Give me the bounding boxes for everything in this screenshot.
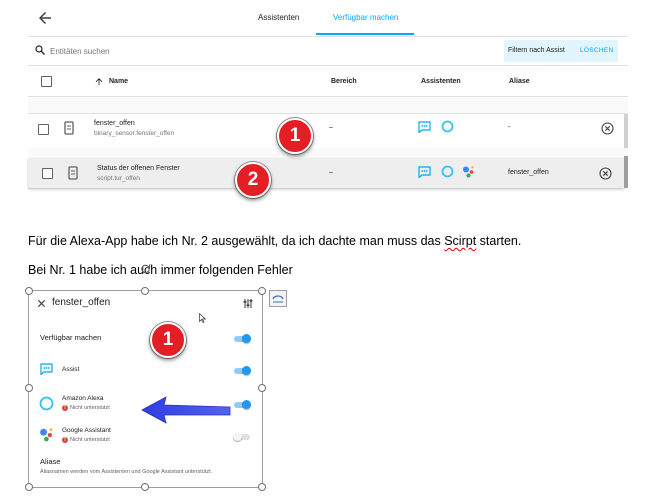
alexa-label: Amazon Alexa (62, 395, 104, 402)
entity-id: script.tur_offen (97, 175, 140, 182)
tab-bar (28, 0, 628, 37)
remove-circle-icon[interactable] (601, 122, 614, 135)
row-checkbox[interactable] (38, 124, 49, 135)
select-all-checkbox[interactable] (41, 76, 52, 87)
column-header-area[interactable]: Bereich (331, 78, 357, 85)
marker-1-badge: 1 (277, 118, 313, 154)
rotate-handle-icon[interactable] (140, 263, 151, 274)
annotation-arrow-icon (141, 396, 231, 424)
script-icon (68, 166, 78, 180)
sensor-icon (64, 121, 74, 135)
column-header-aliases[interactable]: Aliase (509, 78, 530, 85)
expose-toggle-knob[interactable] (242, 334, 251, 343)
google-toggle-knob[interactable] (233, 432, 242, 441)
dialog-image[interactable] (28, 290, 263, 488)
search-icon (35, 45, 45, 55)
marker-2-badge: 2 (235, 162, 271, 198)
resize-handle[interactable] (258, 287, 266, 295)
aliases-title: Aliase (40, 457, 61, 466)
google-label: Google Assistant (62, 427, 111, 434)
tab-expose[interactable]: Verfügbar machen (333, 13, 398, 22)
alexa-error-text: Nicht unterstützt (70, 405, 110, 411)
resize-handle[interactable] (258, 384, 266, 392)
google-error-text: Nicht unterstützt (70, 437, 110, 443)
assist-chat-icon (418, 166, 431, 178)
resize-handle[interactable] (25, 483, 33, 491)
mouse-cursor-icon (199, 313, 206, 323)
row-checkbox[interactable] (42, 168, 53, 179)
search-input[interactable] (50, 44, 350, 58)
scrollbar[interactable] (624, 114, 628, 148)
dialog-title: fenster_offen (52, 297, 111, 308)
assist-chat-icon (40, 363, 53, 375)
resize-handle[interactable] (25, 287, 33, 295)
alexa-ring-icon (39, 396, 54, 411)
aliases-value: - (508, 124, 511, 131)
alexa-ring-icon (441, 120, 454, 133)
error-icon: ! (62, 437, 68, 443)
filter-label: Filtern nach Assist (508, 47, 565, 54)
assist-chat-icon (418, 121, 431, 133)
tab-assistants[interactable]: Assistenten (258, 13, 299, 22)
expose-label: Verfügbar machen (40, 333, 102, 342)
resize-handle[interactable] (141, 287, 149, 295)
scrollbar-thumb[interactable] (624, 156, 628, 188)
google-assistant-icon (40, 428, 53, 442)
marker-1-dialog-badge: 1 (150, 322, 186, 358)
active-tab-indicator (316, 33, 414, 35)
document-line-1: Für die Alexa-App habe ich Nr. 2 ausgewä… (28, 234, 521, 248)
aliases-value: fenster_offen (508, 169, 549, 176)
alexa-toggle-knob[interactable] (242, 400, 251, 409)
entity-name: fenster_offen (94, 120, 135, 127)
tune-icon[interactable] (243, 298, 253, 309)
google-assistant-icon (463, 166, 474, 178)
area-value: – (329, 124, 333, 131)
column-header-assistants[interactable]: Assistenten (421, 78, 461, 85)
remove-circle-icon[interactable] (599, 167, 612, 180)
document-line-2: Bei Nr. 1 habe ich auch immer folgenden … (28, 263, 293, 277)
back-arrow-icon[interactable] (36, 9, 54, 27)
alexa-ring-icon (441, 165, 454, 178)
resize-handle[interactable] (25, 384, 33, 392)
area-value: – (329, 169, 333, 176)
entity-id: binary_sensor.fenster_offen (94, 130, 175, 137)
resize-handle[interactable] (258, 483, 266, 491)
document-line-1-end: starten. (476, 234, 522, 248)
clear-filter-button[interactable]: LÖSCHEN (580, 47, 614, 54)
document-line-1-start: Für die Alexa-App habe ich Nr. 2 ausgewä… (28, 234, 445, 248)
assist-label: Assist (62, 366, 80, 373)
entity-name: Status der offenen Fenster (97, 165, 180, 172)
close-icon[interactable] (37, 299, 46, 308)
layout-options-icon[interactable] (269, 290, 287, 307)
error-icon: ! (62, 405, 68, 411)
resize-handle[interactable] (141, 483, 149, 491)
table-spacer (28, 97, 628, 114)
aliases-hint: Aliasnamen werden vom Assistenten und Go… (40, 469, 213, 475)
misspelled-word: Scirpt (444, 234, 477, 248)
assist-toggle-knob[interactable] (242, 366, 251, 375)
column-header-name[interactable]: Name (109, 78, 128, 85)
sort-arrow-up-icon[interactable] (94, 76, 104, 87)
